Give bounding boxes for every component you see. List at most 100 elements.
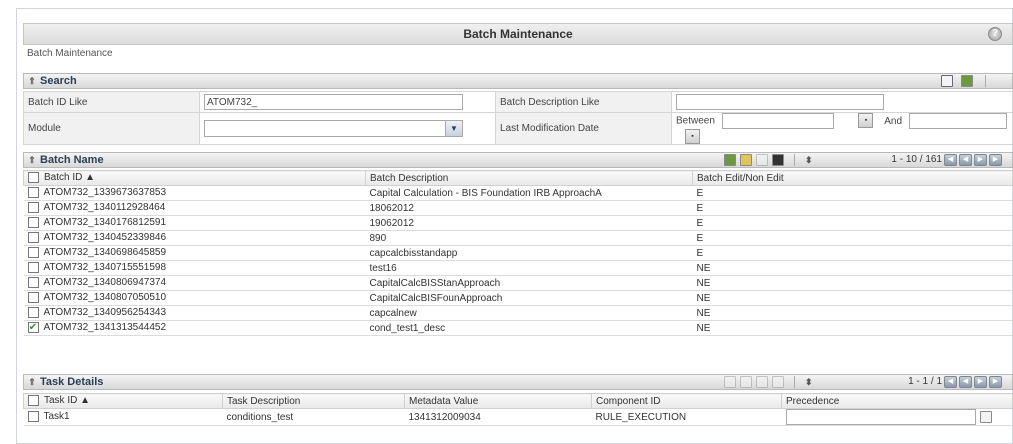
column-label: Task Description xyxy=(227,395,301,407)
view-icon[interactable] xyxy=(740,154,752,166)
chevron-down-icon[interactable]: ▼ xyxy=(445,121,462,136)
collapse-arrow-icon[interactable]: ⇑ xyxy=(24,153,40,167)
batch-id-cell[interactable]: ATOM732_1340956254343 xyxy=(23,305,366,321)
table-row[interactable]: ATOM732_1340806947374 CapitalCalcBISStanA… xyxy=(23,275,1013,291)
view-icon xyxy=(740,376,752,388)
between-date-input[interactable] xyxy=(721,113,834,129)
search-go-icon[interactable] xyxy=(941,75,953,87)
table-row[interactable]: ATOM732_1340176812591 19062012 E xyxy=(23,215,1013,231)
batch-id-cell[interactable]: ATOM732_1340176812591 xyxy=(23,215,366,231)
batch-id-cell[interactable]: ATOM732_1340806947374 xyxy=(23,275,366,291)
row-checkbox[interactable] xyxy=(27,277,39,289)
table-row[interactable]: ATOM732_1340452339846 890 E xyxy=(23,230,1013,246)
batch-id: ATOM732_1340176812591 xyxy=(43,217,167,229)
batch-header-row: Batch ID ▲ Batch Description Batch Edit/… xyxy=(23,170,1013,186)
row-checkbox[interactable] xyxy=(27,202,39,214)
metadata-cell: 1341312009034 xyxy=(404,408,592,426)
batch-id-cell[interactable]: ✔ ATOM732_1341313544452 xyxy=(23,320,366,336)
batch-id: ATOM732_1340112928464 xyxy=(43,202,166,214)
batch-id-cell[interactable]: ATOM732_1340698645859 xyxy=(23,245,366,261)
precedence-input[interactable] xyxy=(785,409,976,425)
breadcrumb: Batch Maintenance xyxy=(27,48,113,59)
batch-desc-label: Batch Description Like xyxy=(495,91,672,113)
prev-page-icon[interactable]: ◀ xyxy=(959,154,972,166)
row-checkbox[interactable] xyxy=(27,247,39,259)
next-page-icon[interactable]: ▶ xyxy=(974,376,987,388)
table-row[interactable]: ATOM732_1340698645859 capcalcbisstandapp E xyxy=(23,245,1013,261)
page-title-bar: Batch Maintenance ? xyxy=(23,23,1013,45)
batch-id-input[interactable] xyxy=(204,94,463,110)
table-row[interactable]: ATOM732_1340715551598 test16 NE xyxy=(23,260,1013,276)
batch-id-cell[interactable]: ATOM732_1340452339846 xyxy=(23,230,366,246)
task-id-column-header[interactable]: Task ID ▲ xyxy=(23,393,223,409)
batch-id-cell[interactable]: ATOM732_1340112928464 xyxy=(23,200,366,216)
batch-header-label: Batch Name xyxy=(40,154,104,166)
batch-desc-cell: capcalcbisstandapp xyxy=(365,245,693,261)
row-checkbox[interactable] xyxy=(27,187,39,199)
select-all-checkbox[interactable] xyxy=(28,172,39,184)
table-row[interactable]: ATOM732_1339673637853 Capital Calculation… xyxy=(23,185,1013,201)
module-select[interactable]: ▼ xyxy=(204,120,463,137)
last-page-icon[interactable]: ▶ xyxy=(989,154,1002,166)
calendar-icon[interactable]: ▪ xyxy=(685,129,700,144)
delete-icon[interactable] xyxy=(772,154,784,166)
task-id: Task1 xyxy=(43,411,70,423)
batch-id-cell[interactable]: ATOM732_1340807050510 xyxy=(23,290,366,306)
table-row[interactable]: ✔ ATOM732_1341313544452 cond_test1_desc NE xyxy=(23,320,1013,336)
collapse-arrow-icon[interactable]: ⇑ xyxy=(24,375,40,389)
task-desc-column-header[interactable]: Task Description xyxy=(222,393,405,409)
precedence-column-header[interactable]: Precedence xyxy=(781,393,1013,409)
filter-icon[interactable]: ⬍ xyxy=(805,375,813,389)
and-date-input[interactable] xyxy=(908,113,1007,129)
table-row[interactable]: Task1 conditions_test 1341312009034 RULE_EX… xyxy=(23,408,1013,426)
batch-section-header[interactable]: ⇑ Batch Name ⬍ 1 - 10 / 161 ◀ ◀ ▶ ▶ xyxy=(23,152,1013,168)
batch-id: ATOM732_1340956254343 xyxy=(43,307,167,319)
row-checkbox[interactable] xyxy=(27,232,39,244)
column-label: Precedence xyxy=(786,395,840,407)
precedence-picker-icon[interactable] xyxy=(979,410,992,423)
batch-id-cell[interactable]: ATOM732_1339673637853 xyxy=(23,185,366,201)
table-row[interactable]: ATOM732_1340956254343 capcalnew NE xyxy=(23,305,1013,321)
next-page-icon[interactable]: ▶ xyxy=(974,154,987,166)
prev-page-icon[interactable]: ◀ xyxy=(959,376,972,388)
batch-desc-input[interactable] xyxy=(676,94,884,110)
reset-icon[interactable] xyxy=(961,75,973,87)
delete-icon xyxy=(772,376,784,388)
calendar-icon[interactable]: ▪ xyxy=(858,113,874,129)
batch-edit-cell: E xyxy=(692,200,1013,216)
task-id-cell[interactable]: Task1 xyxy=(23,408,223,426)
date-range-cell: Between ▪ And ▪ xyxy=(671,112,1013,145)
table-row[interactable]: ATOM732_1340807050510 CapitalCalcBISFounA… xyxy=(23,290,1013,306)
search-form: Batch ID Like Batch Description Like Mod… xyxy=(23,91,1013,145)
help-icon[interactable]: ? xyxy=(988,27,1002,41)
edit-icon[interactable] xyxy=(756,154,768,166)
metadata-column-header[interactable]: Metadata Value xyxy=(404,393,592,409)
batch-pager: 1 - 10 / 161 ◀ ◀ ▶ ▶ xyxy=(891,153,1002,167)
first-page-icon[interactable]: ◀ xyxy=(944,154,957,166)
row-checkbox[interactable] xyxy=(27,307,39,319)
first-page-icon[interactable]: ◀ xyxy=(944,376,957,388)
add-icon[interactable] xyxy=(724,154,736,166)
batch-id-cell xyxy=(199,91,496,113)
filter-icon[interactable]: ⬍ xyxy=(805,153,813,167)
search-section-header[interactable]: ⇑ Search xyxy=(23,73,1013,89)
row-checkbox[interactable] xyxy=(27,411,39,423)
row-checkbox[interactable]: ✔ xyxy=(27,322,39,334)
collapse-arrow-icon[interactable]: ⇑ xyxy=(24,74,40,88)
batch-edit-column-header[interactable]: Batch Edit/Non Edit xyxy=(692,170,1013,186)
row-checkbox[interactable] xyxy=(27,292,39,304)
batch-id-column-header[interactable]: Batch ID ▲ xyxy=(23,170,366,186)
task-section-header[interactable]: ⇑ Task Details ⬍ 1 - 1 / 1 ◀ ◀ ▶ ▶ xyxy=(23,374,1013,390)
batch-edit-cell: NE xyxy=(692,275,1013,291)
row-checkbox[interactable] xyxy=(27,217,39,229)
select-all-checkbox[interactable] xyxy=(28,395,39,407)
last-page-icon[interactable]: ▶ xyxy=(989,376,1002,388)
batch-id-cell[interactable]: ATOM732_1340715551598 xyxy=(23,260,366,276)
batch-desc-column-header[interactable]: Batch Description xyxy=(365,170,693,186)
table-row[interactable]: ATOM732_1340112928464 18062012 E xyxy=(23,200,1013,216)
between-label: Between xyxy=(676,115,715,127)
component-column-header[interactable]: Component ID xyxy=(591,393,782,409)
batch-desc-cell: 890 xyxy=(365,230,693,246)
row-checkbox[interactable] xyxy=(27,262,39,274)
search-header-label: Search xyxy=(40,75,77,87)
